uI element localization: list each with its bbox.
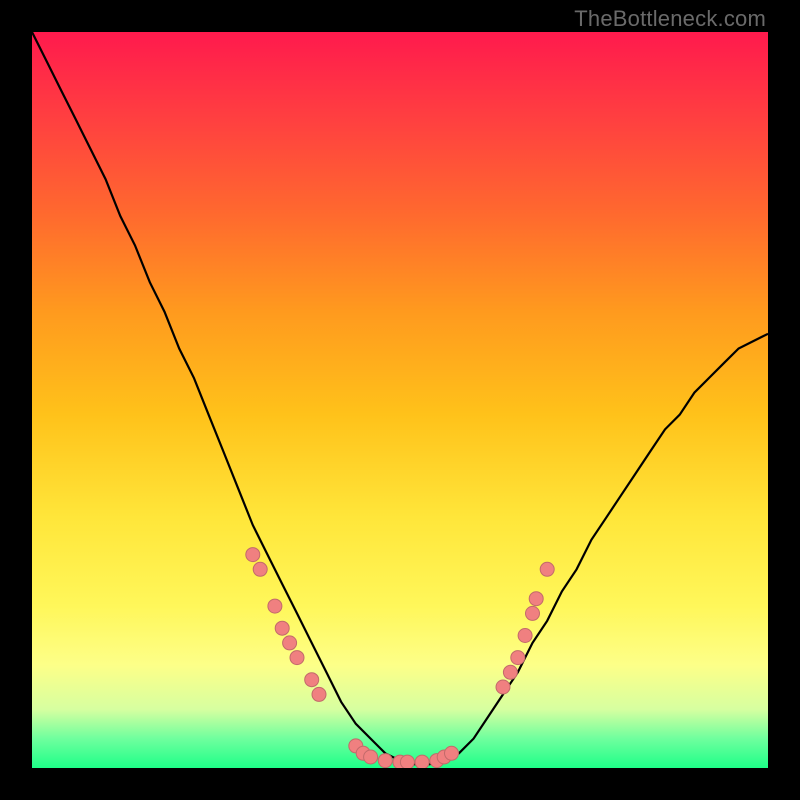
curve-marker — [529, 592, 543, 606]
watermark-text: TheBottleneck.com — [574, 6, 766, 32]
curve-marker — [540, 562, 554, 576]
curve-marker — [518, 629, 532, 643]
bottleneck-curve — [32, 32, 768, 764]
chart-frame: TheBottleneck.com — [0, 0, 800, 800]
curve-marker — [503, 665, 517, 679]
curve-marker — [246, 548, 260, 562]
curve-marker — [312, 687, 326, 701]
curve-marker — [415, 755, 429, 768]
chart-svg — [32, 32, 768, 768]
curve-marker — [283, 636, 297, 650]
curve-marker — [526, 606, 540, 620]
curve-marker — [400, 755, 414, 768]
curve-marker — [364, 750, 378, 764]
curve-markers — [246, 548, 554, 768]
curve-marker — [290, 651, 304, 665]
curve-marker — [305, 673, 319, 687]
curve-marker — [445, 746, 459, 760]
curve-marker — [378, 754, 392, 768]
curve-marker — [268, 599, 282, 613]
chart-plot-area — [32, 32, 768, 768]
curve-marker — [275, 621, 289, 635]
curve-marker — [511, 651, 525, 665]
curve-marker — [496, 680, 510, 694]
curve-marker — [253, 562, 267, 576]
